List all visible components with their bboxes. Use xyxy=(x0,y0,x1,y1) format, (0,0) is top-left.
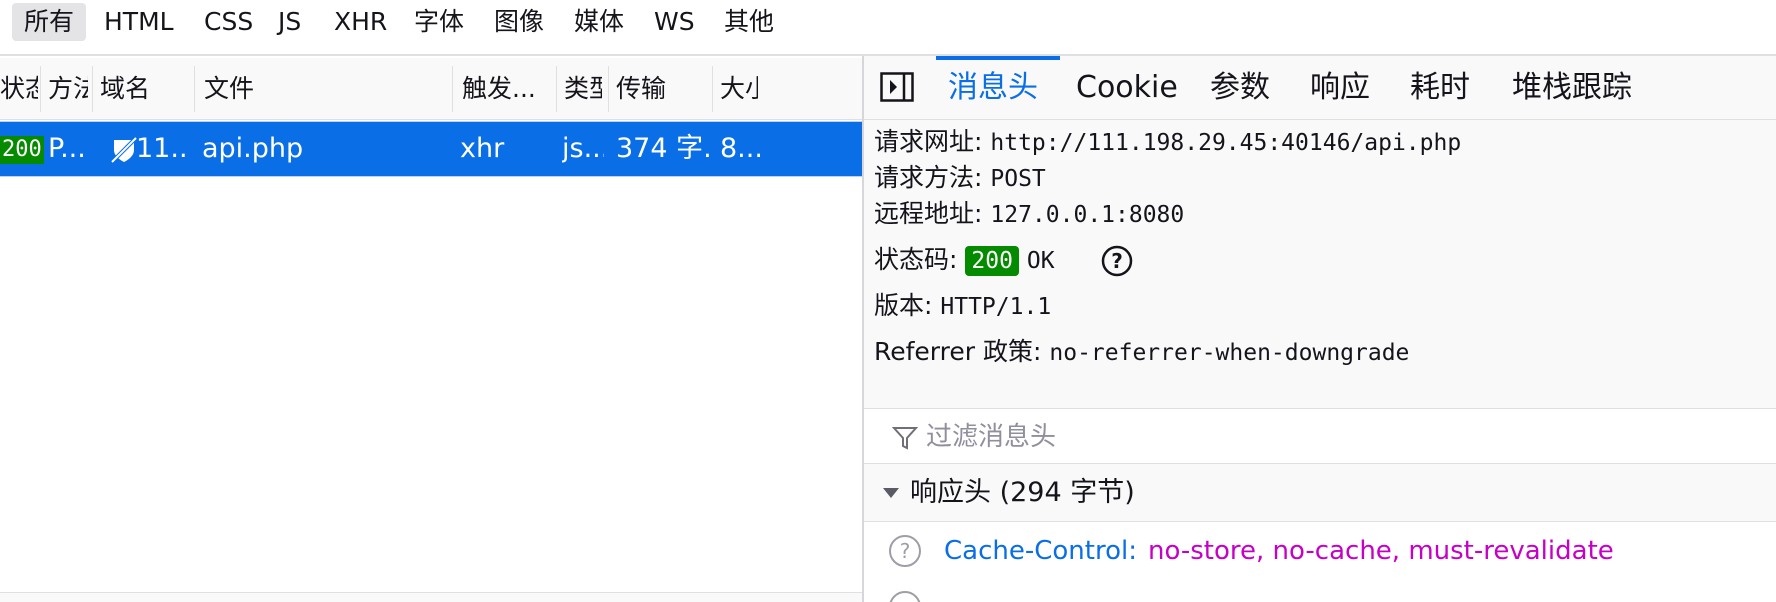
filter-html-button[interactable]: HTML xyxy=(92,3,186,41)
request-method-value: POST xyxy=(990,166,1046,192)
horizontal-scrollbar[interactable] xyxy=(0,592,862,602)
headers-filter-input[interactable]: 过滤消息头 xyxy=(926,409,1056,465)
response-headers-title: 响应头 (294 字节) xyxy=(910,477,1135,508)
column-size[interactable]: 大小 xyxy=(720,58,758,120)
filter-all-button[interactable]: 所有 xyxy=(12,3,87,41)
version-line: 版本: HTTP/1.1 xyxy=(874,286,1051,326)
column-method[interactable]: 方法 xyxy=(48,58,88,120)
version-value: HTTP/1.1 xyxy=(940,294,1052,320)
request-method-line: 请求方法: POST xyxy=(874,158,1046,198)
status-code-line: 状态码: 200 OK ? xyxy=(874,240,1133,280)
panel-toggle-icon[interactable] xyxy=(880,72,914,102)
headers-filter[interactable]: 过滤消息头 xyxy=(864,408,1776,464)
column-transferred[interactable]: 传输 xyxy=(616,58,706,120)
header-name: Cache-Control: xyxy=(944,536,1137,566)
filter-images-button[interactable]: 图像 xyxy=(482,3,556,41)
filter-icon xyxy=(892,427,918,450)
details-tabbar: 消息头 Cookie 参数 响应 耗时 堆栈跟踪 xyxy=(864,56,1776,120)
request-url-value[interactable]: http://111.198.29.45:40146/api.php xyxy=(990,130,1461,156)
help-icon[interactable] xyxy=(888,590,922,602)
status-code-badge: 200 xyxy=(965,246,1019,276)
request-method-label: 请求方法: xyxy=(874,163,983,192)
remote-address-label: 远程地址: xyxy=(874,199,983,228)
cell-domain: 11... xyxy=(136,133,190,164)
status-code-label: 状态码: xyxy=(874,245,958,274)
request-details-panel: 消息头 Cookie 参数 响应 耗时 堆栈跟踪 请求网址: http://11… xyxy=(864,56,1776,602)
twisty-down-icon[interactable] xyxy=(882,486,900,500)
filter-media-button[interactable]: 媒体 xyxy=(562,3,636,41)
cell-method: P... xyxy=(48,133,86,164)
tab-timings[interactable]: 耗时 xyxy=(1410,56,1470,120)
remote-address-value: 127.0.0.1:8080 xyxy=(990,202,1185,228)
tab-cookies[interactable]: Cookie xyxy=(1076,56,1178,120)
remote-address-line: 远程地址: 127.0.0.1:8080 xyxy=(874,194,1184,234)
column-initiator[interactable]: 触发... xyxy=(462,58,550,120)
status-text: OK xyxy=(1026,248,1055,274)
request-url-label: 请求网址: xyxy=(874,127,983,156)
header-value: no-store, no-cache, must-revalidate xyxy=(1148,536,1614,566)
referrer-policy-label: Referrer 政策: xyxy=(874,337,1042,366)
tab-stack-trace[interactable]: 堆栈跟踪 xyxy=(1512,56,1632,120)
filter-css-button[interactable]: CSS xyxy=(192,3,265,41)
column-status[interactable]: 状态 xyxy=(0,58,38,120)
filter-ws-button[interactable]: WS xyxy=(642,3,707,41)
tab-params[interactable]: 参数 xyxy=(1210,56,1270,120)
list-item[interactable]: ? Cache-Control: no-store, no-cache, mus… xyxy=(864,522,1776,580)
referrer-policy-line: Referrer 政策: no-referrer-when-downgrade xyxy=(874,332,1409,372)
cell-initiator: xhr xyxy=(460,133,505,164)
column-file[interactable]: 文件 xyxy=(204,58,444,120)
request-url-line: 请求网址: http://111.198.29.45:40146/api.php xyxy=(874,122,1461,162)
filter-fonts-button[interactable]: 字体 xyxy=(402,3,476,41)
cell-file: api.php xyxy=(202,133,304,164)
svg-text:?: ? xyxy=(1111,249,1123,273)
cell-type: js... xyxy=(562,133,604,164)
tab-headers[interactable]: 消息头 xyxy=(948,56,1038,120)
tab-response[interactable]: 响应 xyxy=(1310,56,1370,120)
svg-text:?: ? xyxy=(900,539,911,563)
table-row[interactable]: 200 P... 11... api.php xhr js... 374 字..… xyxy=(0,121,862,177)
table-header: 状态 方法 域名 文件 触发... 类型 传输 大小 xyxy=(0,58,862,120)
help-icon[interactable]: ? xyxy=(1101,245,1133,277)
request-type-filter-bar: 所有 HTML CSS JS XHR 字体 图像 媒体 WS 其他 xyxy=(0,0,1776,56)
status-badge: 200 xyxy=(0,136,44,164)
filter-other-button[interactable]: 其他 xyxy=(712,3,786,41)
version-label: 版本: xyxy=(874,291,933,320)
request-list: 状态 方法 域名 文件 触发... 类型 传输 大小 200 P... 11..… xyxy=(0,58,862,602)
help-icon[interactable]: ? xyxy=(888,534,922,568)
referrer-policy-value: no-referrer-when-downgrade xyxy=(1049,340,1410,366)
cell-size: 8... xyxy=(720,133,760,164)
filter-js-button[interactable]: JS xyxy=(266,3,313,41)
filter-xhr-button[interactable]: XHR xyxy=(322,3,399,41)
column-domain[interactable]: 域名 xyxy=(100,58,190,120)
response-headers-section[interactable]: 响应头 (294 字节) xyxy=(864,464,1776,522)
column-type[interactable]: 类型 xyxy=(564,58,602,120)
list-item xyxy=(864,580,1776,602)
cell-transferred: 374 字... xyxy=(616,133,710,164)
